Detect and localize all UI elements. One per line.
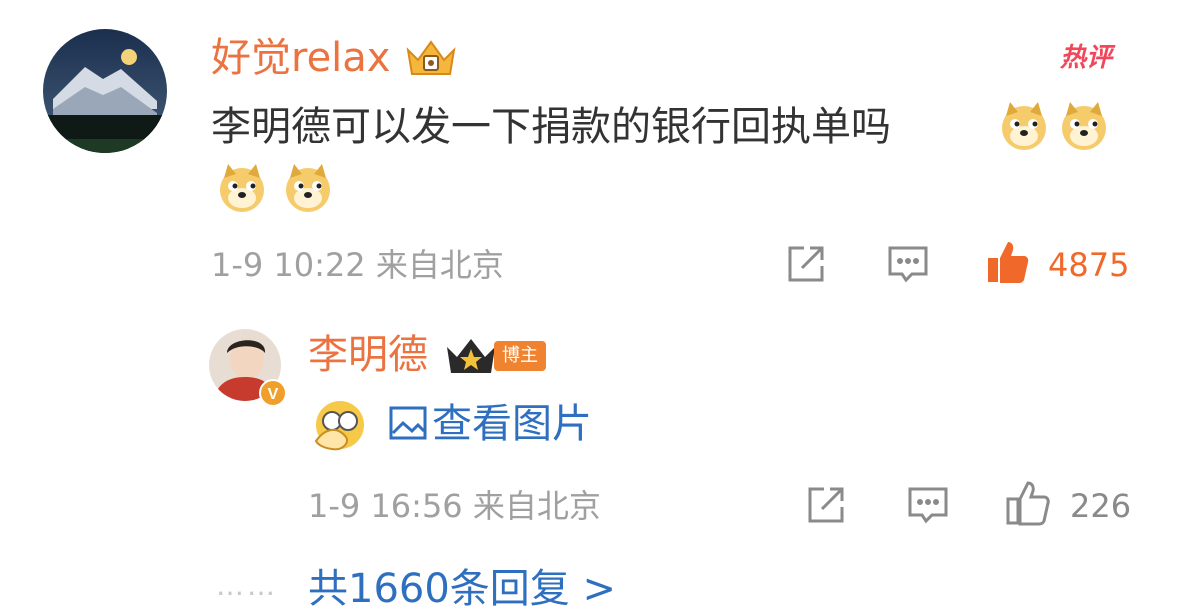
more-replies-dots: …… bbox=[216, 569, 278, 602]
like-icon[interactable] bbox=[984, 238, 1032, 286]
comment-time: 10:22 bbox=[273, 246, 366, 284]
share-icon[interactable] bbox=[802, 481, 850, 529]
hot-comment-badge: 热评 bbox=[1060, 43, 1113, 73]
image-icon[interactable] bbox=[388, 403, 428, 443]
crown-badge-icon bbox=[404, 36, 458, 80]
like-icon[interactable] bbox=[1004, 479, 1052, 527]
doge-emoji-icon bbox=[1058, 100, 1110, 152]
view-image-link[interactable]: 查看图片 bbox=[432, 399, 592, 449]
reply-date: 1-9 bbox=[308, 487, 361, 525]
comment-location: 来自北京 bbox=[375, 246, 504, 284]
doge-emoji-icon bbox=[282, 162, 334, 214]
doge-emoji-icon bbox=[216, 162, 268, 214]
facepalm-emoji-icon bbox=[312, 397, 372, 453]
avatar[interactable] bbox=[43, 29, 167, 153]
more-replies-link[interactable]: 共1660条回复 > bbox=[308, 564, 616, 614]
doge-emoji-icon bbox=[998, 100, 1050, 152]
reply-meta: 1-9 16:56 来自北京 bbox=[308, 486, 601, 526]
verified-badge-label: V bbox=[268, 386, 279, 403]
share-icon[interactable] bbox=[782, 240, 830, 288]
reply-location: 来自北京 bbox=[472, 487, 601, 525]
crown-badge-icon bbox=[445, 335, 497, 377]
reply-username[interactable]: 李明德 bbox=[308, 331, 428, 379]
reply-like-count: 226 bbox=[1070, 487, 1132, 525]
comment-date: 1-9 bbox=[211, 246, 264, 284]
comment-icon[interactable] bbox=[884, 240, 932, 288]
comment-icon[interactable] bbox=[904, 481, 952, 529]
reply-time: 16:56 bbox=[370, 487, 463, 525]
comment-username[interactable]: 好觉relax bbox=[211, 34, 390, 82]
comment-text: 李明德可以发一下捐款的银行回执单吗 bbox=[211, 104, 891, 150]
comment-meta: 1-9 10:22 来自北京 bbox=[211, 245, 504, 285]
verified-badge-icon: V bbox=[259, 379, 287, 407]
like-count: 4875 bbox=[1048, 246, 1130, 284]
blogger-badge: 博主 bbox=[494, 341, 546, 371]
